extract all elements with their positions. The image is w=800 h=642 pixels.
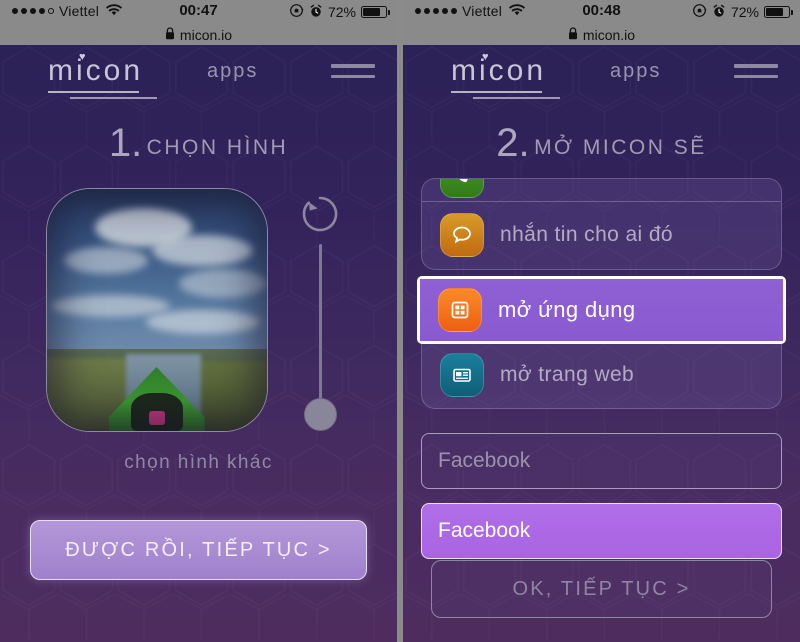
rotation-lock-icon <box>692 3 707 21</box>
lock-icon <box>165 26 175 43</box>
alarm-icon <box>712 4 726 21</box>
autocomplete-suggestion-label: Facebook <box>438 519 531 542</box>
image-adjust-controls <box>290 188 352 432</box>
rotate-counterclockwise-icon[interactable] <box>298 192 342 236</box>
battery-percent: 72% <box>327 4 356 20</box>
step-number: 1. <box>108 121 143 165</box>
logo-text: micon <box>48 54 144 87</box>
left-app-background: ♥ micon apps 1. CHỌN HÌNH chọn hình khác… <box>0 45 397 642</box>
right-step-heading: 2. MỞ MICON SẼ <box>403 121 800 166</box>
selected-photo[interactable] <box>45 188 268 432</box>
apps-nav-link[interactable]: apps <box>610 60 661 83</box>
continue-button-disabled[interactable]: OK, TIẾP TỤC > <box>431 560 772 618</box>
continue-button[interactable]: ĐƯỢC RỒI, TIẾP TỤC > <box>30 520 367 580</box>
list-item-selected[interactable]: mở ứng dụng <box>420 279 783 341</box>
selected-action-highlight: mở ứng dụng <box>417 276 786 344</box>
battery-icon <box>764 6 794 18</box>
action-list-top: nhắn tin cho ai đó <box>421 178 782 270</box>
autocomplete-suggestion[interactable]: Facebook <box>421 503 782 559</box>
left-status-bar: Viettel 00:47 72% micon.io <box>0 0 397 45</box>
micon-logo[interactable]: ♥ micon <box>451 52 561 99</box>
right-phone-screen: Viettel 00:48 72% micon.io ♥ micon apps … <box>403 0 800 642</box>
right-status-bar: Viettel 00:48 72% micon.io <box>403 0 800 45</box>
message-bubble-icon <box>440 213 484 257</box>
logo-text: micon <box>451 54 547 87</box>
zoom-slider-track[interactable] <box>318 244 322 404</box>
lock-icon <box>568 26 578 43</box>
logo-underline-secondary <box>70 97 158 99</box>
choose-other-photo-link[interactable]: chọn hình khác <box>0 452 397 474</box>
left-step-heading: 1. CHỌN HÌNH <box>0 121 397 166</box>
hamburger-menu-icon[interactable] <box>734 64 778 78</box>
list-item[interactable] <box>422 179 781 201</box>
left-phone-screen: Viettel 00:47 72% micon.io ♥ micon apps … <box>0 0 397 642</box>
target-app-input[interactable]: Facebook <box>421 433 782 489</box>
logo-underline-secondary <box>473 97 561 99</box>
logo-underline-primary <box>48 91 140 93</box>
right-app-header: ♥ micon apps <box>403 45 800 99</box>
left-url-bar[interactable]: micon.io <box>0 24 397 45</box>
list-item-label: mở trang web <box>500 363 635 386</box>
battery-percent: 72% <box>730 4 759 20</box>
micon-logo[interactable]: ♥ micon <box>48 52 158 99</box>
step-label: CHỌN HÌNH <box>146 136 289 159</box>
apps-nav-link[interactable]: apps <box>207 60 258 83</box>
phone-call-icon <box>440 179 484 198</box>
web-page-icon <box>440 353 484 397</box>
list-item[interactable]: nhắn tin cho ai đó <box>422 201 781 269</box>
rotation-lock-icon <box>289 3 304 21</box>
alarm-icon <box>309 4 323 21</box>
heart-icon: ♥ <box>79 51 86 63</box>
dual-screenshot-container: Viettel 00:47 72% micon.io ♥ micon apps … <box>0 0 800 642</box>
right-status-right-group: 72% <box>692 3 794 21</box>
left-status-right-group: 72% <box>289 3 391 21</box>
zoom-slider-handle[interactable] <box>303 398 337 431</box>
right-url-bar[interactable]: micon.io <box>403 24 800 45</box>
list-item-label: mở ứng dụng <box>498 297 636 322</box>
action-list-bottom: mở trang web <box>421 342 782 409</box>
left-app-header: ♥ micon apps <box>0 45 397 99</box>
url-text: micon.io <box>179 26 233 43</box>
hamburger-menu-icon[interactable] <box>331 64 375 78</box>
list-item[interactable]: mở trang web <box>422 342 781 408</box>
url-text: micon.io <box>582 26 636 43</box>
logo-underline-primary <box>451 91 543 93</box>
step-label: MỞ MICON SẼ <box>534 136 707 159</box>
battery-icon <box>361 6 391 18</box>
step-number: 2. <box>496 121 530 165</box>
right-app-background: ♥ micon apps 2. MỞ MICON SẼ nhắn tin cho… <box>403 45 800 642</box>
target-app-input-value: Facebook <box>438 449 531 472</box>
list-item-label: nhắn tin cho ai đó <box>500 223 673 246</box>
heart-icon: ♥ <box>482 51 489 63</box>
app-grid-icon <box>438 288 482 332</box>
photo-picker-row <box>0 188 397 432</box>
